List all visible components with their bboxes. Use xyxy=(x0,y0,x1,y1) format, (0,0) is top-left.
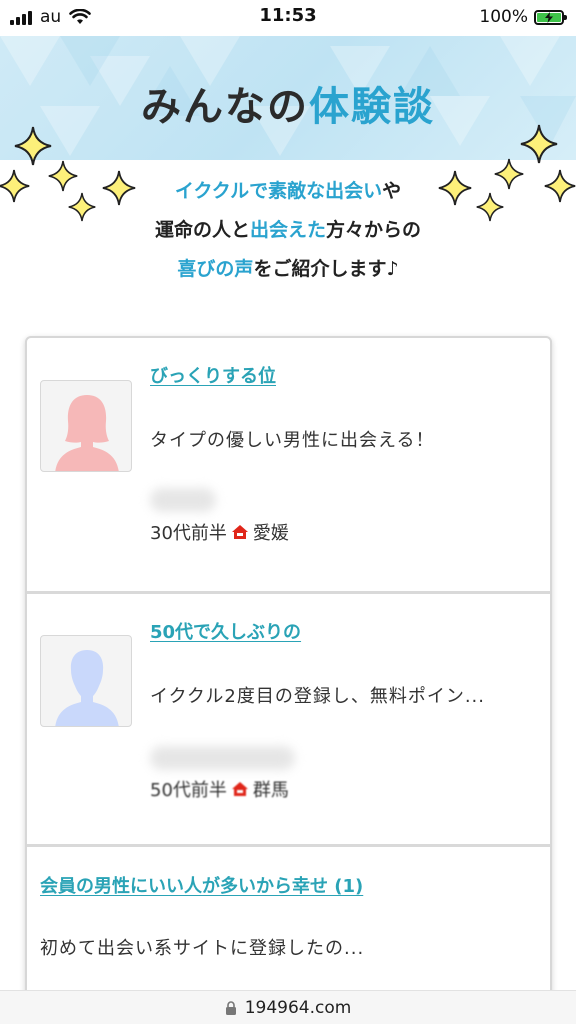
home-region-icon xyxy=(231,782,248,796)
male-silhouette-icon xyxy=(40,635,132,727)
title-highlight: 体験談 xyxy=(309,84,435,130)
battery-percent: 100% xyxy=(479,7,528,27)
intro-highlight: 出会えた xyxy=(249,219,326,241)
testimonial-item[interactable]: びっくりする位 タイプの優しい男性に出会える！ 30代前半 愛媛 xyxy=(27,338,550,591)
intro-text-part: や xyxy=(382,180,402,202)
intro-text-part: 運命の人と xyxy=(154,219,250,241)
testimonial-item[interactable]: 50代で久しぶりの イククル2度目の登録し、無料ポイン... 50代前半 群馬 xyxy=(27,594,550,844)
intro-text: イククルで素敵な出会いや 運命の人と出会えた方々からの 喜びの声をご紹介します♪ xyxy=(0,172,576,289)
sparkle-icon xyxy=(520,124,558,164)
age-group: 30代前半 xyxy=(150,523,227,544)
region: 愛媛 xyxy=(252,523,289,544)
intro-line-1: イククルで素敵な出会いや xyxy=(0,172,576,211)
testimonial-meta: 50代前半 群馬 xyxy=(150,776,289,802)
url-domain: 194964.com xyxy=(244,997,352,1018)
intro-highlight: イククルで素敵な出会い xyxy=(174,180,383,202)
testimonial-excerpt: 初めて出会い系サイトに登録したの... xyxy=(40,938,365,959)
browser-url-bar[interactable]: 194964.com xyxy=(0,990,576,1024)
testimonial-title-link[interactable]: 会員の男性にいい人が多いから幸せ (1) xyxy=(40,872,363,898)
status-bar: au 11:53 100% xyxy=(0,0,576,36)
intro-highlight: 喜びの声 xyxy=(177,258,254,280)
home-region-icon xyxy=(231,525,248,539)
title-prefix: みんなの xyxy=(141,84,309,130)
intro-text-part: 方々からの xyxy=(326,219,422,241)
status-right: 100% xyxy=(479,6,567,28)
age-group: 50代前半 xyxy=(150,780,227,801)
region: 群馬 xyxy=(252,780,289,801)
lock-icon xyxy=(225,1000,236,1015)
blurred-username xyxy=(150,746,295,770)
testimonial-title-link[interactable]: 50代で久しぶりの xyxy=(150,618,301,644)
sparkle-icon xyxy=(14,126,52,166)
page-title: みんなの体験談 xyxy=(0,74,576,132)
testimonial-list: びっくりする位 タイプの優しい男性に出会える！ 30代前半 愛媛 50代で久しぶ… xyxy=(25,336,552,1024)
testimonial-meta: 30代前半 愛媛 xyxy=(150,519,289,545)
testimonial-excerpt: イククル2度目の登録し、無料ポイン... xyxy=(150,686,485,707)
testimonial-excerpt: タイプの優しい男性に出会える！ xyxy=(150,430,435,451)
blurred-username xyxy=(150,488,216,512)
intro-line-3: 喜びの声をご紹介します♪ xyxy=(0,250,576,289)
intro-text-part: をご紹介します♪ xyxy=(253,258,399,280)
testimonial-title-link[interactable]: びっくりする位 xyxy=(150,362,276,388)
header-banner: みんなの体験談 xyxy=(0,36,576,160)
intro-line-2: 運命の人と出会えた方々からの xyxy=(0,211,576,250)
female-silhouette-icon xyxy=(40,380,132,472)
battery-icon xyxy=(534,9,567,25)
